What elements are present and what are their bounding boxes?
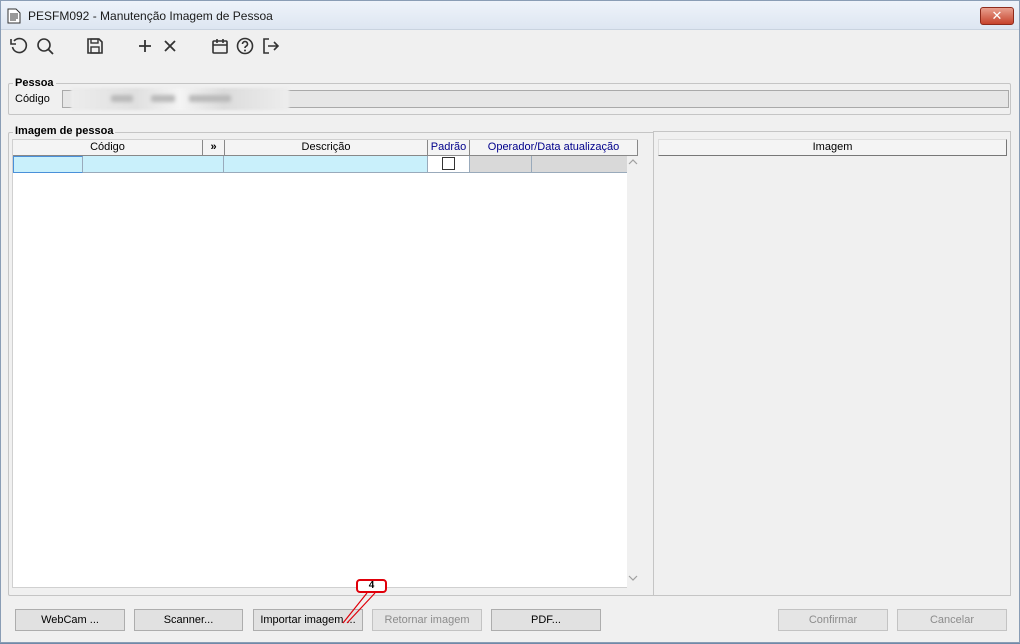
- grid-vertical-scrollbar[interactable]: [627, 156, 639, 588]
- imagem-pessoa-group-label: Imagem de pessoa: [13, 125, 116, 137]
- scanner-button[interactable]: Scanner...: [134, 609, 243, 631]
- toolbar: [1, 31, 1019, 61]
- save-icon[interactable]: [85, 36, 105, 56]
- scroll-up-icon[interactable]: [628, 158, 638, 170]
- search-icon[interactable]: [35, 36, 55, 56]
- exit-icon[interactable]: [260, 36, 280, 56]
- confirmar-button[interactable]: Confirmar: [778, 609, 888, 631]
- calendar-icon[interactable]: [210, 36, 230, 56]
- column-header-codigo[interactable]: Código: [13, 140, 203, 156]
- column-header-operador[interactable]: Operador/Data atualização: [470, 140, 638, 156]
- plus-icon[interactable]: [135, 36, 155, 56]
- codigo-label: Código: [15, 93, 50, 105]
- cell-data-atualizacao: [532, 156, 638, 173]
- title-bar: PESFM092 - Manutenção Imagem de Pessoa ✕: [1, 1, 1019, 30]
- cell-operador: [470, 156, 532, 173]
- pdf-button[interactable]: PDF...: [491, 609, 601, 631]
- refresh-icon[interactable]: [9, 36, 29, 56]
- close-window-button[interactable]: ✕: [980, 7, 1014, 25]
- column-header-padrao[interactable]: Padrão: [428, 140, 470, 156]
- scroll-down-icon[interactable]: [628, 574, 638, 586]
- image-panel-header: Imagem: [658, 139, 1007, 156]
- webcam-button[interactable]: WebCam ...: [15, 609, 125, 631]
- redacted-value: [71, 88, 289, 110]
- cell-codigo-a[interactable]: [13, 156, 83, 173]
- cell-codigo-b[interactable]: [83, 156, 224, 173]
- column-header-descricao[interactable]: Descrição: [225, 140, 428, 156]
- cancelar-button[interactable]: Cancelar: [897, 609, 1007, 631]
- window-title: PESFM092 - Manutenção Imagem de Pessoa: [28, 9, 273, 23]
- column-expand-button[interactable]: »: [203, 140, 225, 156]
- close-icon[interactable]: [160, 36, 180, 56]
- pessoa-group-label: Pessoa: [13, 77, 56, 89]
- callout-badge: 4: [356, 579, 387, 593]
- codigo-field[interactable]: [62, 88, 1009, 110]
- help-icon[interactable]: [235, 36, 255, 56]
- application-window: PESFM092 - Manutenção Imagem de Pessoa ✕: [0, 0, 1020, 643]
- retornar-imagem-button[interactable]: Retornar imagem: [372, 609, 482, 631]
- padrao-checkbox[interactable]: [442, 157, 455, 170]
- image-grid: Código » Descrição Padrão Operador/Data …: [12, 139, 638, 588]
- cell-descricao[interactable]: [224, 156, 428, 173]
- document-icon: [7, 8, 21, 24]
- image-preview-panel: Imagem: [653, 131, 1011, 596]
- importar-imagem-button[interactable]: Importar imagem ...: [253, 609, 363, 631]
